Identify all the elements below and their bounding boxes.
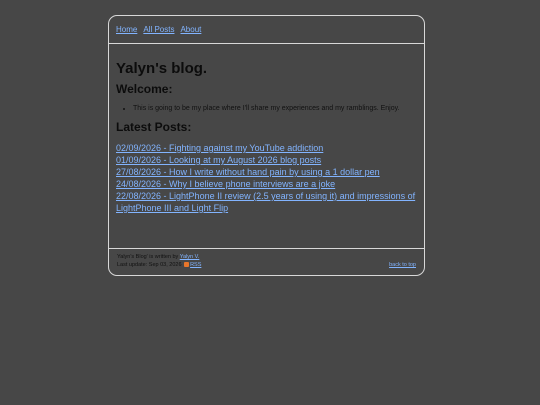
last-update-text: Last update: Sep 03, 2026: [117, 262, 182, 268]
back-to-top-link[interactable]: back to top: [389, 261, 416, 269]
intro-item: This is going to be my place where I'll …: [133, 103, 417, 114]
author-link[interactable]: Yalyn V.: [180, 254, 200, 260]
nav-all-posts-link[interactable]: All Posts: [143, 25, 174, 34]
post-link[interactable]: 27/08/2026 - How I write without hand pa…: [116, 167, 380, 177]
post-link[interactable]: 22/08/2026 - LightPhone II review (2.5 y…: [116, 191, 415, 213]
nav-home-link[interactable]: Home: [116, 25, 137, 34]
list-item: 01/09/2026 - Looking at my August 2026 b…: [116, 154, 417, 166]
post-link[interactable]: 01/09/2026 - Looking at my August 2026 b…: [116, 155, 321, 165]
list-item: 24/08/2026 - Why I believe phone intervi…: [116, 178, 417, 190]
latest-posts-heading: Latest Posts:: [116, 120, 192, 134]
page-footer: Yalyn's Blog' is written by Yalyn V. Las…: [109, 248, 424, 275]
post-link[interactable]: 24/08/2026 - Why I believe phone intervi…: [116, 179, 335, 189]
intro-list: This is going to be my place where I'll …: [116, 103, 417, 114]
footer-row: Last update: Sep 03, 2026 RSS back to to…: [117, 261, 416, 269]
footer-written-by: Yalyn's Blog' is written by: [117, 254, 179, 260]
post-list: 02/09/2026 - Fighting against my YouTube…: [116, 142, 417, 214]
nav-about-link[interactable]: About: [180, 25, 201, 34]
page-title: Yalyn's blog.: [116, 60, 208, 77]
footer-update: Last update: Sep 03, 2026 RSS: [117, 261, 201, 269]
rss-icon: [184, 261, 190, 267]
post-link[interactable]: 02/09/2026 - Fighting against my YouTube…: [116, 143, 323, 153]
list-item: 22/08/2026 - LightPhone II review (2.5 y…: [116, 190, 417, 214]
blog-page: Home All Posts About Yalyn's blog. Welco…: [108, 15, 425, 276]
top-nav: Home All Posts About: [109, 16, 424, 44]
footer-credit: Yalyn's Blog' is written by Yalyn V.: [117, 253, 416, 261]
welcome-heading: Welcome:: [116, 82, 173, 96]
list-item: 02/09/2026 - Fighting against my YouTube…: [116, 142, 417, 154]
main-content: Yalyn's blog. Welcome: This is going to …: [109, 60, 424, 214]
list-item: 27/08/2026 - How I write without hand pa…: [116, 166, 417, 178]
rss-link[interactable]: RSS: [190, 262, 201, 268]
